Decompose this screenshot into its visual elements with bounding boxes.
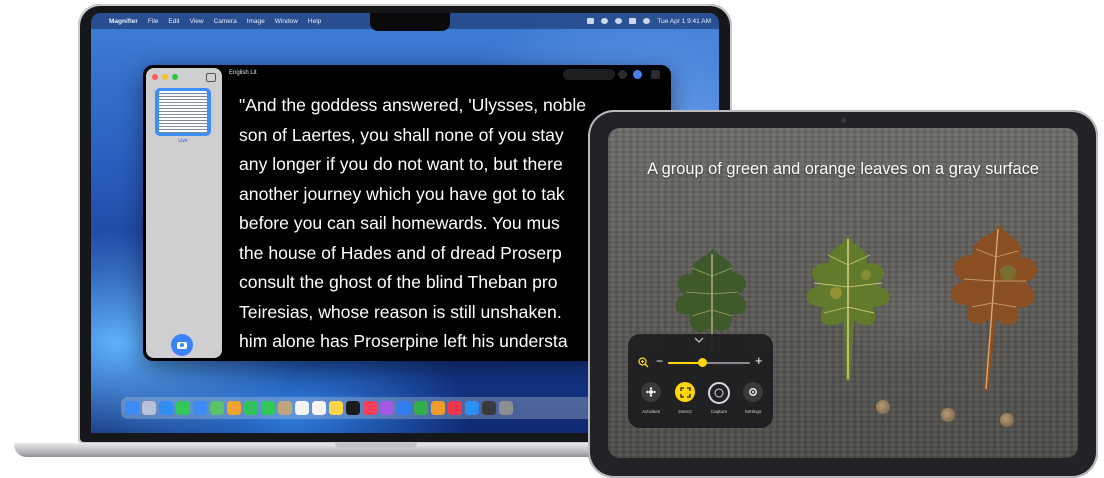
settings-button[interactable]: Settings: [736, 380, 770, 424]
camera-icon: [177, 341, 187, 349]
menu-clock[interactable]: Tue Apr 1 9:41 AM: [657, 18, 711, 25]
calendar-icon[interactable]: [295, 401, 309, 415]
siri-icon[interactable]: [643, 18, 651, 24]
finder-icon[interactable]: [125, 401, 139, 415]
maps-icon[interactable]: [210, 401, 224, 415]
menu-camera[interactable]: Camera: [214, 18, 237, 25]
green-yellow-oak-leaf: [806, 235, 890, 381]
battery-icon[interactable]: [587, 18, 595, 24]
macbook-opening-groove: [335, 443, 417, 448]
reminders-icon[interactable]: [312, 401, 326, 415]
menu-view[interactable]: View: [190, 18, 204, 25]
gear-icon: [743, 382, 763, 402]
control-center-icon[interactable]: [629, 18, 637, 24]
capture-button[interactable]: Capture: [702, 380, 736, 424]
orange-oak-leaf: [951, 225, 1038, 391]
keynote-icon[interactable]: [397, 401, 411, 415]
mail-icon[interactable]: [193, 401, 207, 415]
acorn: [941, 408, 955, 422]
menu-app-name[interactable]: Magnifier: [109, 18, 138, 25]
acorn: [876, 400, 890, 414]
search-icon[interactable]: [615, 18, 623, 24]
settings-label: Settings: [744, 409, 762, 414]
activities-button[interactable]: Activities: [634, 380, 668, 424]
magnifier-icon[interactable]: [482, 401, 496, 415]
minimize-window-icon[interactable]: [162, 74, 168, 80]
menu-image[interactable]: Image: [247, 18, 265, 25]
safari-icon[interactable]: [159, 401, 173, 415]
activities-icon: [641, 382, 661, 402]
toolbar-controls[interactable]: [563, 69, 615, 80]
camera-button[interactable]: [171, 334, 193, 356]
zoom-in-icon[interactable]: +: [755, 353, 763, 368]
settings-icon[interactable]: [499, 401, 513, 415]
app-store-icon[interactable]: [465, 401, 479, 415]
window-traffic-lights: [152, 74, 178, 80]
detect-icon: [675, 382, 695, 402]
contacts-icon[interactable]: [278, 401, 292, 415]
chevron-down-icon[interactable]: [694, 337, 704, 343]
acorn: [1000, 413, 1014, 427]
ipad-camera: [841, 118, 846, 123]
capture-shutter-icon: [708, 382, 730, 404]
thumbnail-page-preview: [159, 91, 207, 133]
panel-button-row: Activities Detect Capture Settings: [634, 380, 770, 424]
detect-button[interactable]: Detect: [668, 380, 702, 424]
menu-extras: Tue Apr 1 9:41 AM: [587, 13, 711, 29]
magnifier-control-panel: − + Activities Detect Capture Settings: [628, 334, 773, 428]
tv-icon[interactable]: [346, 401, 360, 415]
zoom-slider-knob[interactable]: [697, 358, 707, 367]
pages-icon[interactable]: [431, 401, 445, 415]
camera-notch: [370, 13, 450, 31]
numbers-icon[interactable]: [414, 401, 428, 415]
wifi-icon[interactable]: [601, 18, 609, 24]
close-window-icon[interactable]: [152, 74, 158, 80]
dock: [121, 397, 597, 419]
thumbnail-label: Live: [178, 138, 188, 144]
magnifying-glass-icon: [638, 357, 649, 368]
notes-icon[interactable]: [329, 401, 343, 415]
podcasts-icon[interactable]: [380, 401, 394, 415]
sidebar-toggle-icon[interactable]: [206, 73, 216, 82]
phone-icon[interactable]: [261, 401, 275, 415]
fullscreen-window-icon[interactable]: [172, 74, 178, 80]
menu-edit[interactable]: Edit: [168, 18, 179, 25]
music-icon[interactable]: [363, 401, 377, 415]
ipad-screen: A group of green and orange leaves on a …: [608, 128, 1078, 458]
facetime-icon[interactable]: [244, 401, 258, 415]
text-size-icon[interactable]: [618, 70, 627, 79]
split-view-icon[interactable]: [651, 70, 660, 79]
launchpad-icon[interactable]: [142, 401, 156, 415]
accessibility-icon[interactable]: [633, 70, 642, 79]
menu-help[interactable]: Help: [308, 18, 321, 25]
zoom-control: − +: [638, 353, 764, 370]
messages-icon[interactable]: [176, 401, 190, 415]
scene-description-caption: A group of green and orange leaves on a …: [647, 160, 1039, 178]
news-icon[interactable]: [448, 401, 462, 415]
menu-window[interactable]: Window: [275, 18, 298, 25]
window-title: English Lit: [229, 70, 257, 76]
photos-icon[interactable]: [227, 401, 241, 415]
window-sidebar: Live: [146, 68, 222, 358]
menu-file[interactable]: File: [148, 18, 158, 25]
live-thumbnail[interactable]: [155, 88, 211, 136]
zoom-out-icon[interactable]: −: [656, 354, 663, 368]
